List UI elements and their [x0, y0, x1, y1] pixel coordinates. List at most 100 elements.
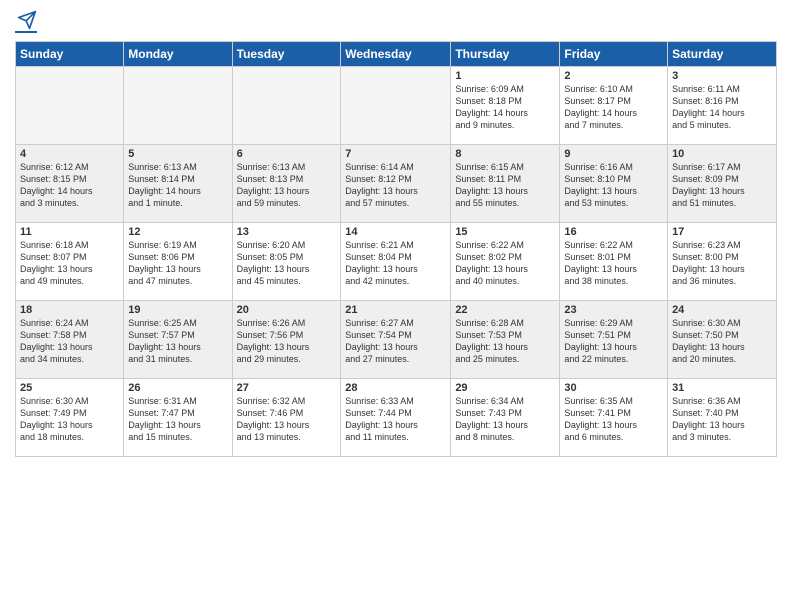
day-number: 16 — [564, 226, 663, 238]
calendar-cell: 3Sunrise: 6:11 AM Sunset: 8:16 PM Daylig… — [668, 67, 777, 145]
calendar-cell: 31Sunrise: 6:36 AM Sunset: 7:40 PM Dayli… — [668, 379, 777, 457]
day-info: Sunrise: 6:23 AM Sunset: 8:00 PM Dayligh… — [672, 239, 772, 288]
day-number: 2 — [564, 70, 663, 82]
calendar-cell: 16Sunrise: 6:22 AM Sunset: 8:01 PM Dayli… — [560, 223, 668, 301]
day-info: Sunrise: 6:13 AM Sunset: 8:13 PM Dayligh… — [237, 161, 337, 210]
day-info: Sunrise: 6:20 AM Sunset: 8:05 PM Dayligh… — [237, 239, 337, 288]
calendar-cell — [341, 67, 451, 145]
weekday-header-friday: Friday — [560, 42, 668, 67]
calendar-cell: 17Sunrise: 6:23 AM Sunset: 8:00 PM Dayli… — [668, 223, 777, 301]
day-number: 13 — [237, 226, 337, 238]
logo-bird-icon — [17, 10, 37, 30]
logo-underline — [15, 31, 37, 33]
day-number: 23 — [564, 304, 663, 316]
day-number: 7 — [345, 148, 446, 160]
week-row-5: 25Sunrise: 6:30 AM Sunset: 7:49 PM Dayli… — [16, 379, 777, 457]
calendar-cell: 27Sunrise: 6:32 AM Sunset: 7:46 PM Dayli… — [232, 379, 341, 457]
calendar-cell: 13Sunrise: 6:20 AM Sunset: 8:05 PM Dayli… — [232, 223, 341, 301]
calendar-cell: 30Sunrise: 6:35 AM Sunset: 7:41 PM Dayli… — [560, 379, 668, 457]
calendar-cell: 26Sunrise: 6:31 AM Sunset: 7:47 PM Dayli… — [124, 379, 232, 457]
day-info: Sunrise: 6:25 AM Sunset: 7:57 PM Dayligh… — [128, 317, 227, 366]
calendar-cell: 22Sunrise: 6:28 AM Sunset: 7:53 PM Dayli… — [451, 301, 560, 379]
day-info: Sunrise: 6:31 AM Sunset: 7:47 PM Dayligh… — [128, 395, 227, 444]
day-number: 11 — [20, 226, 119, 238]
day-info: Sunrise: 6:26 AM Sunset: 7:56 PM Dayligh… — [237, 317, 337, 366]
day-number: 20 — [237, 304, 337, 316]
calendar-cell: 1Sunrise: 6:09 AM Sunset: 8:18 PM Daylig… — [451, 67, 560, 145]
day-number: 6 — [237, 148, 337, 160]
header — [15, 10, 777, 33]
day-number: 5 — [128, 148, 227, 160]
calendar-cell: 20Sunrise: 6:26 AM Sunset: 7:56 PM Dayli… — [232, 301, 341, 379]
day-info: Sunrise: 6:22 AM Sunset: 8:02 PM Dayligh… — [455, 239, 555, 288]
calendar: SundayMondayTuesdayWednesdayThursdayFrid… — [15, 41, 777, 457]
weekday-header-monday: Monday — [124, 42, 232, 67]
calendar-cell: 2Sunrise: 6:10 AM Sunset: 8:17 PM Daylig… — [560, 67, 668, 145]
calendar-cell: 7Sunrise: 6:14 AM Sunset: 8:12 PM Daylig… — [341, 145, 451, 223]
calendar-cell: 4Sunrise: 6:12 AM Sunset: 8:15 PM Daylig… — [16, 145, 124, 223]
day-number: 26 — [128, 382, 227, 394]
day-info: Sunrise: 6:28 AM Sunset: 7:53 PM Dayligh… — [455, 317, 555, 366]
calendar-cell: 14Sunrise: 6:21 AM Sunset: 8:04 PM Dayli… — [341, 223, 451, 301]
day-info: Sunrise: 6:15 AM Sunset: 8:11 PM Dayligh… — [455, 161, 555, 210]
day-number: 1 — [455, 70, 555, 82]
day-number: 18 — [20, 304, 119, 316]
day-info: Sunrise: 6:30 AM Sunset: 7:49 PM Dayligh… — [20, 395, 119, 444]
weekday-header-row: SundayMondayTuesdayWednesdayThursdayFrid… — [16, 42, 777, 67]
calendar-cell: 9Sunrise: 6:16 AM Sunset: 8:10 PM Daylig… — [560, 145, 668, 223]
day-number: 15 — [455, 226, 555, 238]
calendar-cell: 21Sunrise: 6:27 AM Sunset: 7:54 PM Dayli… — [341, 301, 451, 379]
weekday-header-thursday: Thursday — [451, 42, 560, 67]
day-info: Sunrise: 6:35 AM Sunset: 7:41 PM Dayligh… — [564, 395, 663, 444]
calendar-cell — [232, 67, 341, 145]
calendar-cell: 28Sunrise: 6:33 AM Sunset: 7:44 PM Dayli… — [341, 379, 451, 457]
calendar-cell: 10Sunrise: 6:17 AM Sunset: 8:09 PM Dayli… — [668, 145, 777, 223]
day-number: 4 — [20, 148, 119, 160]
page: SundayMondayTuesdayWednesdayThursdayFrid… — [0, 0, 792, 612]
week-row-4: 18Sunrise: 6:24 AM Sunset: 7:58 PM Dayli… — [16, 301, 777, 379]
logo — [15, 10, 37, 33]
day-number: 19 — [128, 304, 227, 316]
day-number: 24 — [672, 304, 772, 316]
day-info: Sunrise: 6:18 AM Sunset: 8:07 PM Dayligh… — [20, 239, 119, 288]
day-number: 31 — [672, 382, 772, 394]
calendar-cell: 24Sunrise: 6:30 AM Sunset: 7:50 PM Dayli… — [668, 301, 777, 379]
calendar-cell: 6Sunrise: 6:13 AM Sunset: 8:13 PM Daylig… — [232, 145, 341, 223]
day-info: Sunrise: 6:17 AM Sunset: 8:09 PM Dayligh… — [672, 161, 772, 210]
day-info: Sunrise: 6:21 AM Sunset: 8:04 PM Dayligh… — [345, 239, 446, 288]
day-info: Sunrise: 6:16 AM Sunset: 8:10 PM Dayligh… — [564, 161, 663, 210]
week-row-2: 4Sunrise: 6:12 AM Sunset: 8:15 PM Daylig… — [16, 145, 777, 223]
day-number: 10 — [672, 148, 772, 160]
day-info: Sunrise: 6:11 AM Sunset: 8:16 PM Dayligh… — [672, 83, 772, 132]
weekday-header-tuesday: Tuesday — [232, 42, 341, 67]
calendar-cell: 5Sunrise: 6:13 AM Sunset: 8:14 PM Daylig… — [124, 145, 232, 223]
day-number: 22 — [455, 304, 555, 316]
calendar-cell: 15Sunrise: 6:22 AM Sunset: 8:02 PM Dayli… — [451, 223, 560, 301]
day-info: Sunrise: 6:29 AM Sunset: 7:51 PM Dayligh… — [564, 317, 663, 366]
day-info: Sunrise: 6:22 AM Sunset: 8:01 PM Dayligh… — [564, 239, 663, 288]
day-number: 3 — [672, 70, 772, 82]
day-info: Sunrise: 6:12 AM Sunset: 8:15 PM Dayligh… — [20, 161, 119, 210]
day-info: Sunrise: 6:24 AM Sunset: 7:58 PM Dayligh… — [20, 317, 119, 366]
calendar-cell: 12Sunrise: 6:19 AM Sunset: 8:06 PM Dayli… — [124, 223, 232, 301]
day-info: Sunrise: 6:10 AM Sunset: 8:17 PM Dayligh… — [564, 83, 663, 132]
calendar-cell: 11Sunrise: 6:18 AM Sunset: 8:07 PM Dayli… — [16, 223, 124, 301]
day-info: Sunrise: 6:33 AM Sunset: 7:44 PM Dayligh… — [345, 395, 446, 444]
calendar-cell — [124, 67, 232, 145]
week-row-1: 1Sunrise: 6:09 AM Sunset: 8:18 PM Daylig… — [16, 67, 777, 145]
calendar-cell: 8Sunrise: 6:15 AM Sunset: 8:11 PM Daylig… — [451, 145, 560, 223]
day-info: Sunrise: 6:19 AM Sunset: 8:06 PM Dayligh… — [128, 239, 227, 288]
weekday-header-sunday: Sunday — [16, 42, 124, 67]
day-info: Sunrise: 6:09 AM Sunset: 8:18 PM Dayligh… — [455, 83, 555, 132]
day-number: 17 — [672, 226, 772, 238]
weekday-header-wednesday: Wednesday — [341, 42, 451, 67]
calendar-cell: 19Sunrise: 6:25 AM Sunset: 7:57 PM Dayli… — [124, 301, 232, 379]
day-number: 25 — [20, 382, 119, 394]
day-info: Sunrise: 6:14 AM Sunset: 8:12 PM Dayligh… — [345, 161, 446, 210]
calendar-cell: 29Sunrise: 6:34 AM Sunset: 7:43 PM Dayli… — [451, 379, 560, 457]
day-number: 27 — [237, 382, 337, 394]
calendar-cell — [16, 67, 124, 145]
day-info: Sunrise: 6:30 AM Sunset: 7:50 PM Dayligh… — [672, 317, 772, 366]
day-number: 30 — [564, 382, 663, 394]
day-info: Sunrise: 6:27 AM Sunset: 7:54 PM Dayligh… — [345, 317, 446, 366]
